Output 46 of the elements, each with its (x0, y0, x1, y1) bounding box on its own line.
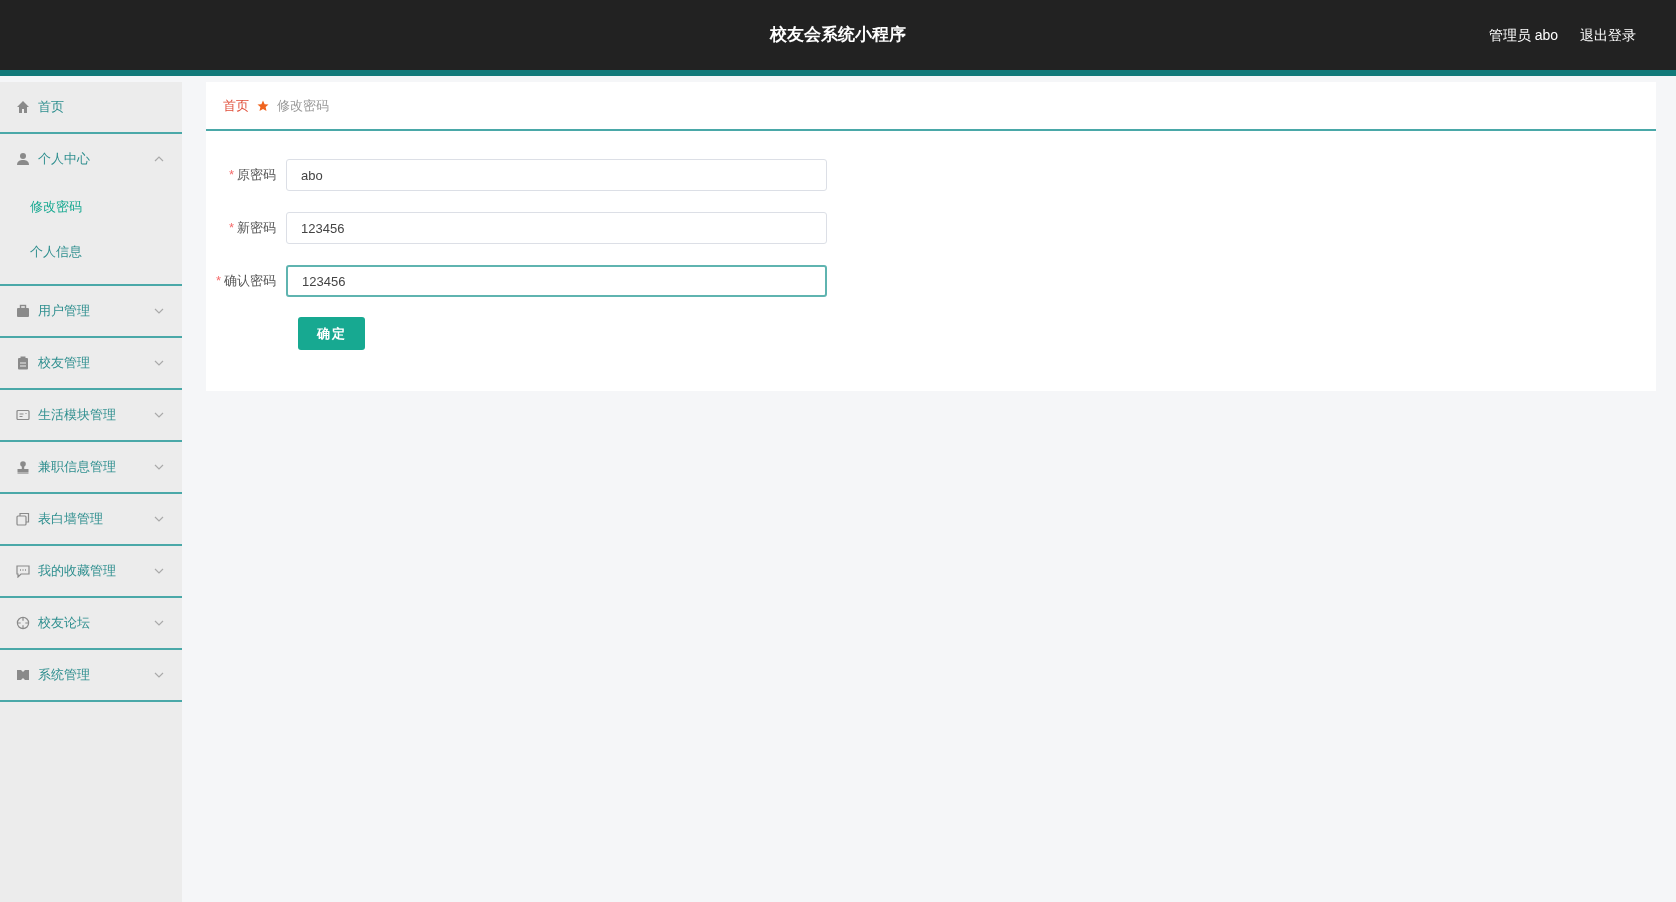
sidebar-item[interactable]: 我的收藏管理 (0, 546, 182, 596)
field-label: 确认密码 (224, 272, 276, 291)
sidebar-item[interactable]: 生活模块管理 (0, 390, 182, 440)
confirm-button[interactable]: 确定 (298, 317, 365, 350)
chevron-icon (154, 672, 164, 678)
chat-icon (16, 564, 30, 578)
chevron-icon (154, 412, 164, 418)
crosshair-icon (16, 616, 30, 630)
password-field[interactable]: 123456 (286, 212, 827, 244)
password-field[interactable]: abo (286, 159, 827, 191)
chevron-icon (154, 308, 164, 314)
briefcase-icon (16, 304, 30, 318)
chevron-icon (154, 156, 164, 162)
required-mark: * (228, 219, 234, 238)
sidebar-item[interactable]: 校友论坛 (0, 598, 182, 648)
password-field[interactable]: 123456 (286, 265, 827, 297)
field-label: 原密码 (237, 166, 276, 185)
sidebar-item[interactable]: 校友管理 (0, 338, 182, 388)
star-icon (257, 99, 269, 112)
chevron-icon (154, 464, 164, 470)
chevron-icon (154, 620, 164, 626)
required-mark: * (228, 166, 234, 185)
submenu-item[interactable]: 修改密码 (0, 184, 182, 229)
chevron-icon (154, 568, 164, 574)
clipboard-icon (16, 356, 30, 370)
user-label: 管理员 abo (1488, 25, 1558, 45)
field-label: 新密码 (237, 219, 276, 238)
sidebar-item[interactable]: 表白墙管理 (0, 494, 182, 544)
copy-icon (16, 512, 30, 526)
required-mark: * (215, 272, 221, 291)
chevron-icon (154, 516, 164, 522)
chevron-icon (154, 360, 164, 366)
sidebar-item[interactable]: 系统管理 (0, 650, 182, 700)
sidebar-item[interactable]: 个人中心 (0, 134, 182, 184)
breadcrumb-home-link[interactable]: 首页 (223, 95, 249, 116)
logout-link[interactable]: 退出登录 (1580, 24, 1636, 46)
home-icon (16, 100, 30, 114)
sidebar-item[interactable]: 用户管理 (0, 286, 182, 336)
card-icon (16, 408, 30, 422)
app-title: 校友会系统小程序 (770, 24, 906, 47)
submenu-item[interactable]: 个人信息 (0, 229, 182, 274)
person-icon (16, 152, 30, 166)
sidebar-item[interactable]: 兼职信息管理 (0, 442, 182, 492)
breadcrumb-current: 修改密码 (277, 96, 329, 115)
stamp-icon (16, 460, 30, 474)
sidebar-item[interactable]: 首页 (0, 82, 182, 132)
